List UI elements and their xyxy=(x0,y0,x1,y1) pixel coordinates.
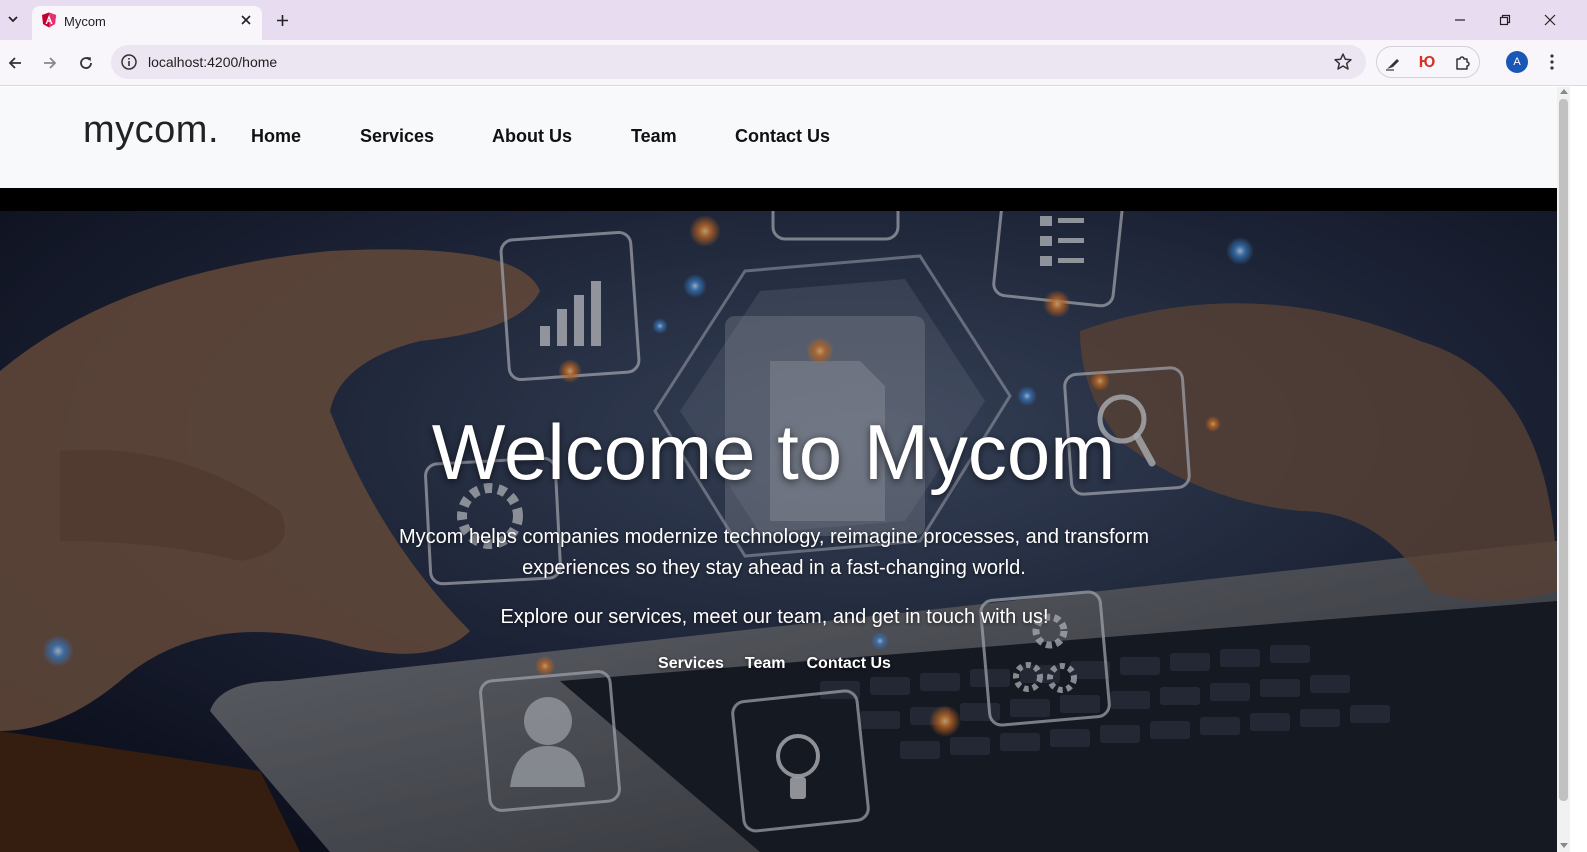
hero-link-team[interactable]: Team xyxy=(745,655,786,673)
hero-link-contact-us[interactable]: Contact Us xyxy=(807,655,891,673)
extension-yu-button[interactable]: Ю xyxy=(1416,52,1438,74)
arrow-left-icon xyxy=(8,57,21,69)
restore-icon xyxy=(1499,14,1511,26)
hero-section: Welcome to Mycom Mycom helps companies m… xyxy=(0,188,1557,852)
profile-avatar[interactable]: A xyxy=(1506,51,1528,73)
browser-toolbar: localhost:4200/home Ю A xyxy=(0,40,1587,86)
bookmark-star-icon[interactable] xyxy=(1333,52,1353,72)
browser-tab-strip: Mycom xyxy=(0,0,1587,40)
nav-link-team[interactable]: Team xyxy=(631,126,677,147)
close-icon xyxy=(1544,14,1556,26)
chevron-down-icon xyxy=(8,16,18,23)
scroll-up-arrow[interactable] xyxy=(1560,89,1568,94)
puzzle-icon xyxy=(1456,56,1470,70)
reload-button[interactable] xyxy=(75,52,97,74)
restore-button[interactable] xyxy=(1495,10,1515,30)
address-bar[interactable]: localhost:4200/home xyxy=(111,45,1366,79)
window-edge xyxy=(1570,87,1587,852)
close-window-button[interactable] xyxy=(1540,10,1560,30)
browser-menu-button[interactable] xyxy=(1543,51,1561,73)
scroll-thumb[interactable] xyxy=(1559,99,1568,801)
extension-tool-button[interactable] xyxy=(1382,52,1404,74)
hero-content: Welcome to Mycom Mycom helps companies m… xyxy=(0,188,1557,852)
more-vertical-icon xyxy=(1550,54,1554,70)
tab-title: Mycom xyxy=(64,14,106,29)
tab-search-button[interactable] xyxy=(2,8,24,30)
hero-description: Mycom helps companies modernize technolo… xyxy=(399,526,1149,579)
forward-button[interactable] xyxy=(39,52,61,74)
nav-link-services[interactable]: Services xyxy=(360,126,434,147)
edit-tool-icon xyxy=(1386,59,1399,71)
minimize-button[interactable] xyxy=(1450,10,1470,30)
scroll-down-arrow[interactable] xyxy=(1560,843,1568,848)
extensions-menu-button[interactable] xyxy=(1452,52,1474,74)
page-scrollbar[interactable] xyxy=(1557,87,1570,852)
arrow-right-icon xyxy=(44,57,57,69)
back-button[interactable] xyxy=(4,52,26,74)
hero-title: Welcome to Mycom xyxy=(431,408,1116,496)
extensions-group: Ю xyxy=(1376,46,1480,78)
minimize-icon xyxy=(1455,19,1465,21)
url-text[interactable]: localhost:4200/home xyxy=(148,54,277,70)
site-logo[interactable]: mycom. xyxy=(83,109,219,152)
new-tab-button[interactable] xyxy=(272,10,292,30)
tab-close-button[interactable] xyxy=(238,12,254,28)
browser-tab-active[interactable]: Mycom xyxy=(32,6,262,40)
site-info-icon[interactable] xyxy=(120,53,138,71)
plus-icon xyxy=(276,14,288,26)
hero-links: Services Team Contact Us xyxy=(0,655,1549,673)
nav-link-home[interactable]: Home xyxy=(251,126,301,147)
nav-link-contact-us[interactable]: Contact Us xyxy=(735,126,830,147)
hero-explore-text: Explore our services, meet our team, and… xyxy=(500,606,1049,628)
angular-favicon-icon xyxy=(42,12,56,28)
page-viewport: mycom. Home Services About Us Team Conta… xyxy=(0,87,1557,852)
site-header: mycom. Home Services About Us Team Conta… xyxy=(0,87,1557,188)
close-icon xyxy=(241,15,251,25)
nav-link-about-us[interactable]: About Us xyxy=(492,126,572,147)
hero-link-services[interactable]: Services xyxy=(658,655,724,673)
reload-icon xyxy=(80,57,92,69)
